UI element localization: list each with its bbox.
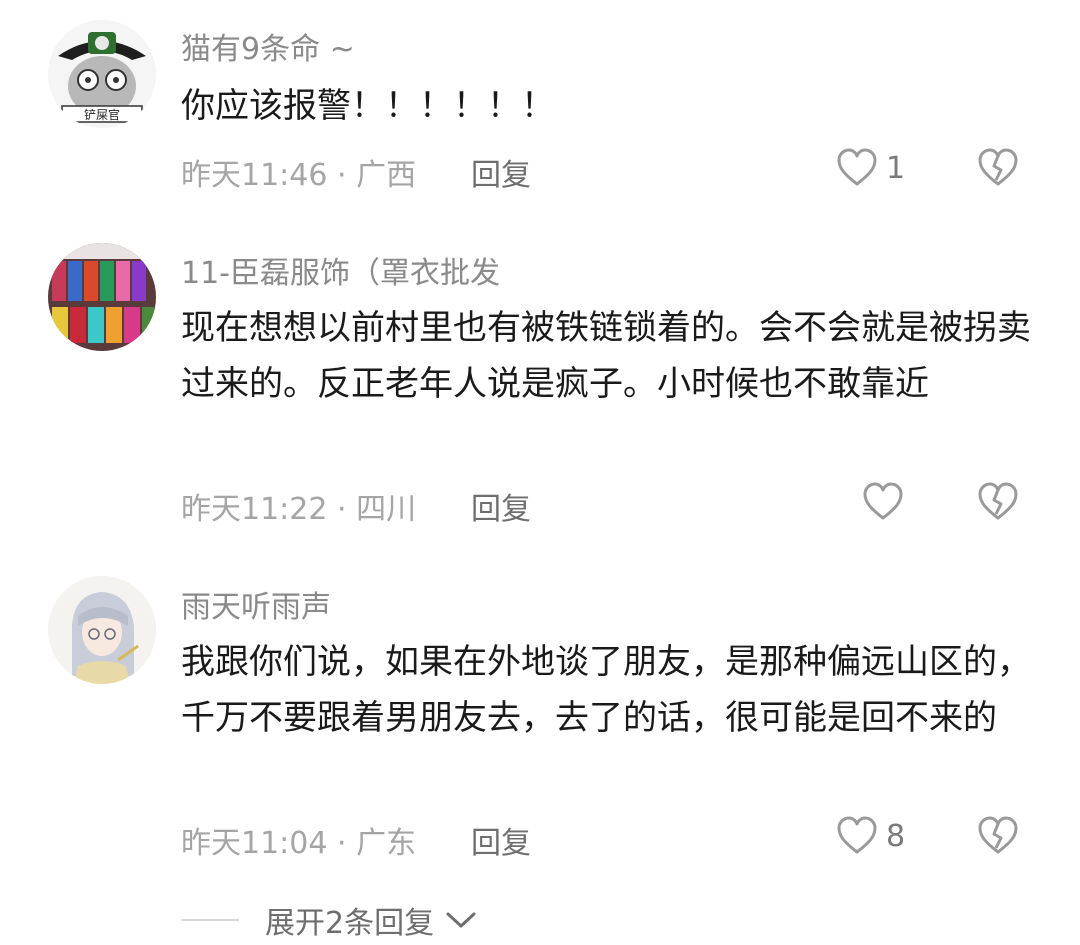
reply-button[interactable]: 回复 — [471, 818, 531, 862]
broken-heart-icon — [978, 148, 1018, 186]
like-button[interactable] — [862, 480, 912, 524]
dislike-button[interactable] — [976, 814, 1020, 858]
dislike-button[interactable] — [976, 480, 1020, 524]
chevron-down-icon — [446, 912, 476, 928]
avatar[interactable] — [48, 243, 156, 351]
avatar[interactable] — [48, 576, 156, 684]
username[interactable]: 11-臣磊服饰（罩衣批发 — [181, 248, 500, 292]
username[interactable]: 猫有9条命 ~ — [181, 24, 355, 68]
dislike-button[interactable] — [976, 146, 1020, 190]
reply-button[interactable]: 回复 — [471, 150, 531, 194]
avatar[interactable]: 铲屎官 — [48, 20, 156, 128]
broken-heart-icon — [978, 816, 1018, 854]
anime-character-avatar-image — [48, 576, 156, 684]
comment-time-location: 昨天11:04 · 广东 — [181, 826, 417, 861]
comment-text: 现在想想以前村里也有被铁链锁着的。会不会就是被拐卖过来的。反正老年人说是疯子。小… — [181, 308, 1031, 404]
like-button[interactable]: 8 — [836, 814, 905, 858]
heart-outline-icon — [863, 482, 903, 520]
broken-heart-icon — [978, 482, 1018, 520]
expand-divider-line — [181, 919, 239, 921]
heart-outline-icon — [837, 148, 877, 186]
avatar-caption: 铲屎官 — [84, 107, 120, 122]
comment-time-location: 昨天11:46 · 广西 — [181, 158, 417, 193]
heart-outline-icon — [837, 816, 877, 854]
comment-time-location: 昨天11:22 · 四川 — [181, 492, 417, 527]
like-button[interactable]: 1 — [836, 146, 905, 190]
cat-avatar-image: 铲屎官 — [48, 20, 156, 128]
like-count: 8 — [886, 818, 906, 854]
reply-button[interactable]: 回复 — [471, 484, 531, 528]
expand-replies-label: 展开2条回复 — [265, 906, 435, 941]
comment-text: 我跟你们说，如果在外地谈了朋友，是那种偏远山区的，千万不要跟着男朋友去，去了的话… — [181, 642, 1031, 738]
username[interactable]: 雨天听雨声 — [181, 582, 331, 626]
clothing-rack-avatar-image — [48, 243, 156, 351]
comment-text: 你应该报警！！！！！！ — [181, 86, 555, 126]
expand-replies-button[interactable]: 展开2条回复 — [181, 898, 478, 942]
like-count: 1 — [886, 150, 906, 186]
